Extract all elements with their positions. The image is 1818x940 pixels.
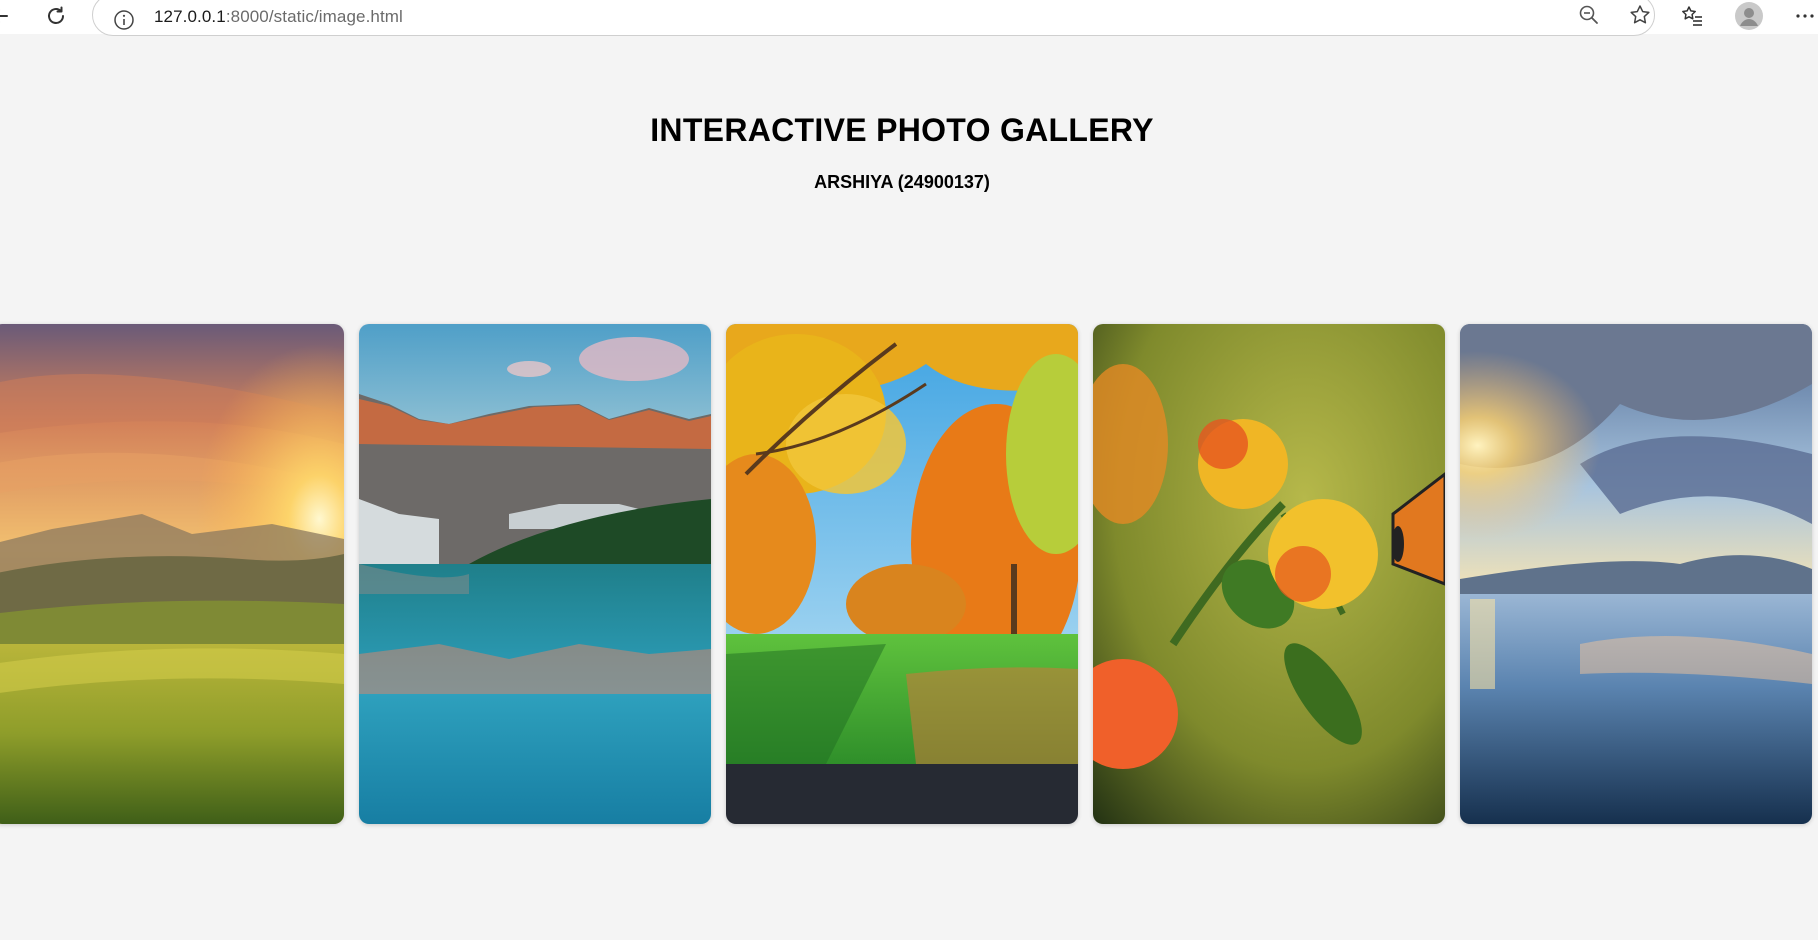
favorite-star-icon[interactable] xyxy=(1626,1,1654,29)
favorites-list-icon[interactable] xyxy=(1678,2,1706,30)
gallery-image-mountain-sunset[interactable] xyxy=(0,324,344,824)
more-menu-icon[interactable] xyxy=(1791,2,1818,30)
page-subtitle: ARSHIYA (24900137) xyxy=(814,172,990,192)
url-path: :8000/static/image.html xyxy=(225,7,403,26)
page-title: INTERACTIVE PHOTO GALLERY xyxy=(650,112,1154,148)
profile-avatar-icon[interactable] xyxy=(1735,2,1763,30)
url-text[interactable]: 127.0.0.1:8000/static/image.html xyxy=(154,7,403,27)
gallery-image-butterfly-flowers[interactable] xyxy=(1093,324,1445,824)
refresh-icon[interactable] xyxy=(42,2,70,30)
gallery-image-mountain-lake[interactable] xyxy=(359,324,711,824)
back-icon[interactable] xyxy=(0,2,14,30)
gallery-image-sunset-lake[interactable] xyxy=(1460,324,1812,824)
address-bar[interactable]: 127.0.0.1:8000/static/image.html xyxy=(92,0,1655,36)
gallery-image-autumn-park[interactable] xyxy=(726,324,1078,824)
url-host: 127.0.0.1 xyxy=(154,7,226,26)
info-icon[interactable] xyxy=(113,9,135,31)
browser-toolbar: 127.0.0.1:8000/static/image.html xyxy=(0,0,1818,36)
zoom-out-icon[interactable] xyxy=(1575,1,1603,29)
